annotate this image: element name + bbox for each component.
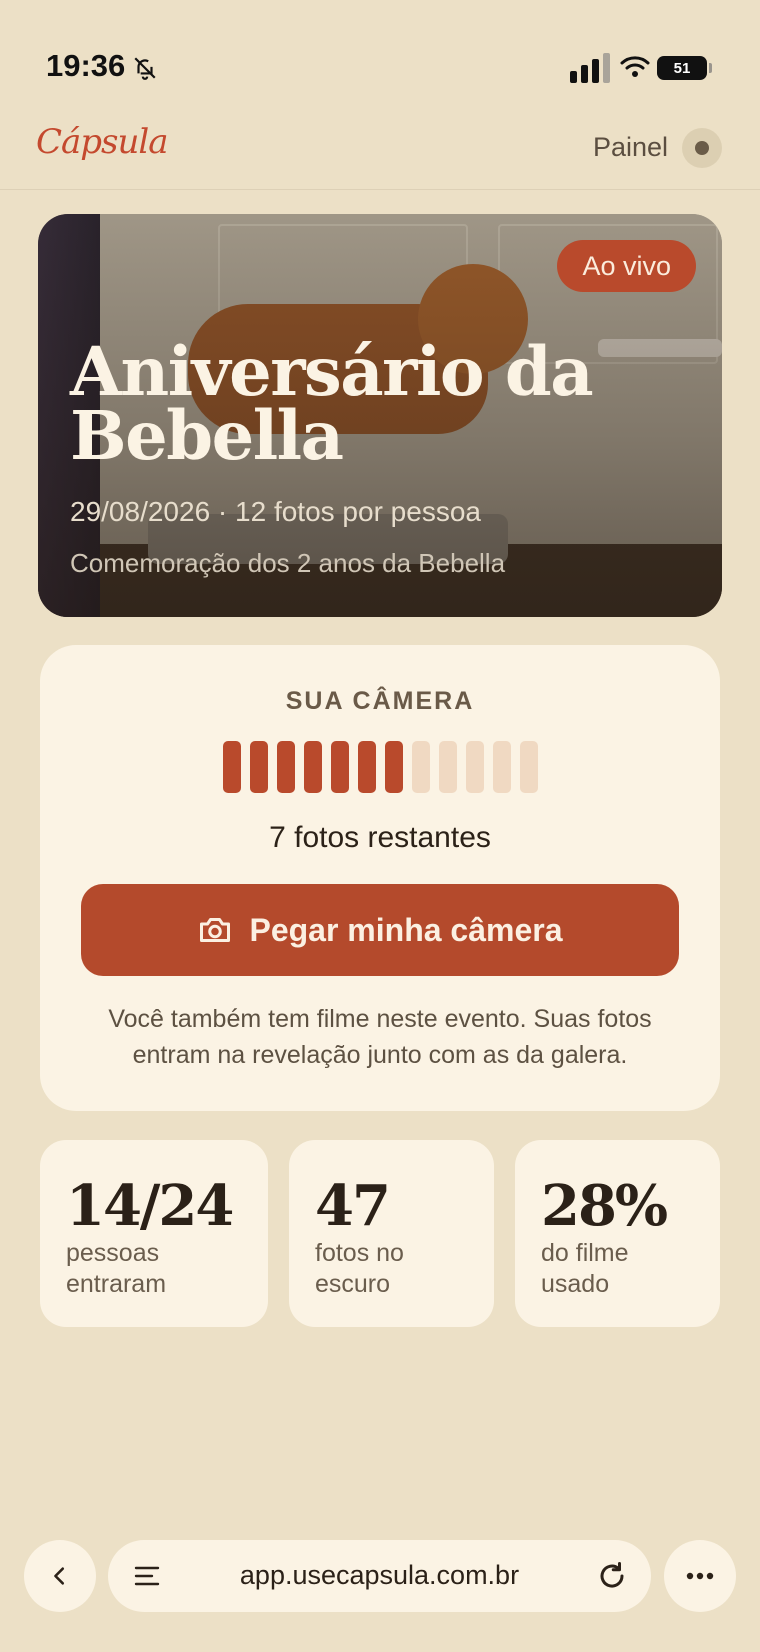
film-slot-empty [411,741,430,793]
url-text[interactable]: app.usecapsula.com.br [108,1560,651,1591]
camera-icon [200,918,231,942]
film-slot-used [330,741,349,793]
event-title: Aniversário da Bebella [70,332,594,475]
live-badge: Ao vivo [557,240,696,292]
film-slot-used [249,741,268,793]
battery-tip [709,63,712,73]
camera-card-note: Você também tem filme neste evento. Suas… [108,1005,652,1069]
get-camera-button-label: Pegar minha câmera [249,911,563,948]
stat-card-film: 28% do filme usado [515,1140,720,1327]
stat-label: fotos no escuro [315,1239,404,1298]
film-slot-used [222,741,241,793]
stat-value: 47 [315,1173,391,1239]
film-slot-used [357,741,376,793]
more-icon [686,1572,714,1580]
camera-card-label: SUA CÂMERA [285,687,475,715]
url-bar[interactable]: app.usecapsula.com.br [108,1540,651,1612]
event-description: Comemoração dos 2 anos da Bebella [70,548,506,578]
film-slot-used [384,741,403,793]
reload-icon[interactable] [597,1561,627,1591]
event-meta: 29/08/2026 · 12 fotos por pessoa [70,496,481,527]
stat-card-photos: 47 fotos no escuro [289,1140,494,1327]
app-logo[interactable]: Cápsula [36,122,169,162]
bell-muted-icon [134,57,156,80]
wifi-icon [620,56,650,77]
film-counter [40,741,720,793]
photos-remaining: 7 fotos restantes [269,821,491,854]
more-options-button[interactable] [664,1540,736,1612]
film-slot-used [276,741,295,793]
status-time: 19:36 [46,48,126,83]
event-hero: Ao vivo Aniversário da Bebella 29/08/202… [38,214,722,617]
stat-value: 14/24 [66,1173,234,1239]
painel-link[interactable]: Painel [593,132,668,163]
camera-card: SUA CÂMERA 7 fotos restantes Pegar minha… [40,645,720,1111]
film-slot-empty [465,741,484,793]
signal-icon [570,53,610,83]
status-bar: 19:36 51 [0,0,760,120]
film-slot-used [303,741,322,793]
stat-value: 28% [541,1173,668,1239]
profile-avatar[interactable] [682,128,722,168]
browser-toolbar: app.usecapsula.com.br [0,1540,760,1640]
stat-card-people: 14/24 pessoas entraram [40,1140,268,1327]
app-header: Cápsula Painel [0,112,760,190]
chevron-left-icon [54,1567,65,1585]
avatar-dot [695,141,709,155]
get-camera-button[interactable]: Pegar minha câmera [81,884,679,976]
back-button[interactable] [24,1540,96,1612]
battery-icon: 51 [657,56,707,80]
film-slot-empty [438,741,457,793]
film-slot-empty [519,741,538,793]
film-slot-empty [492,741,511,793]
stat-label: do filme usado [541,1239,629,1298]
stat-label: pessoas entraram [66,1239,167,1298]
